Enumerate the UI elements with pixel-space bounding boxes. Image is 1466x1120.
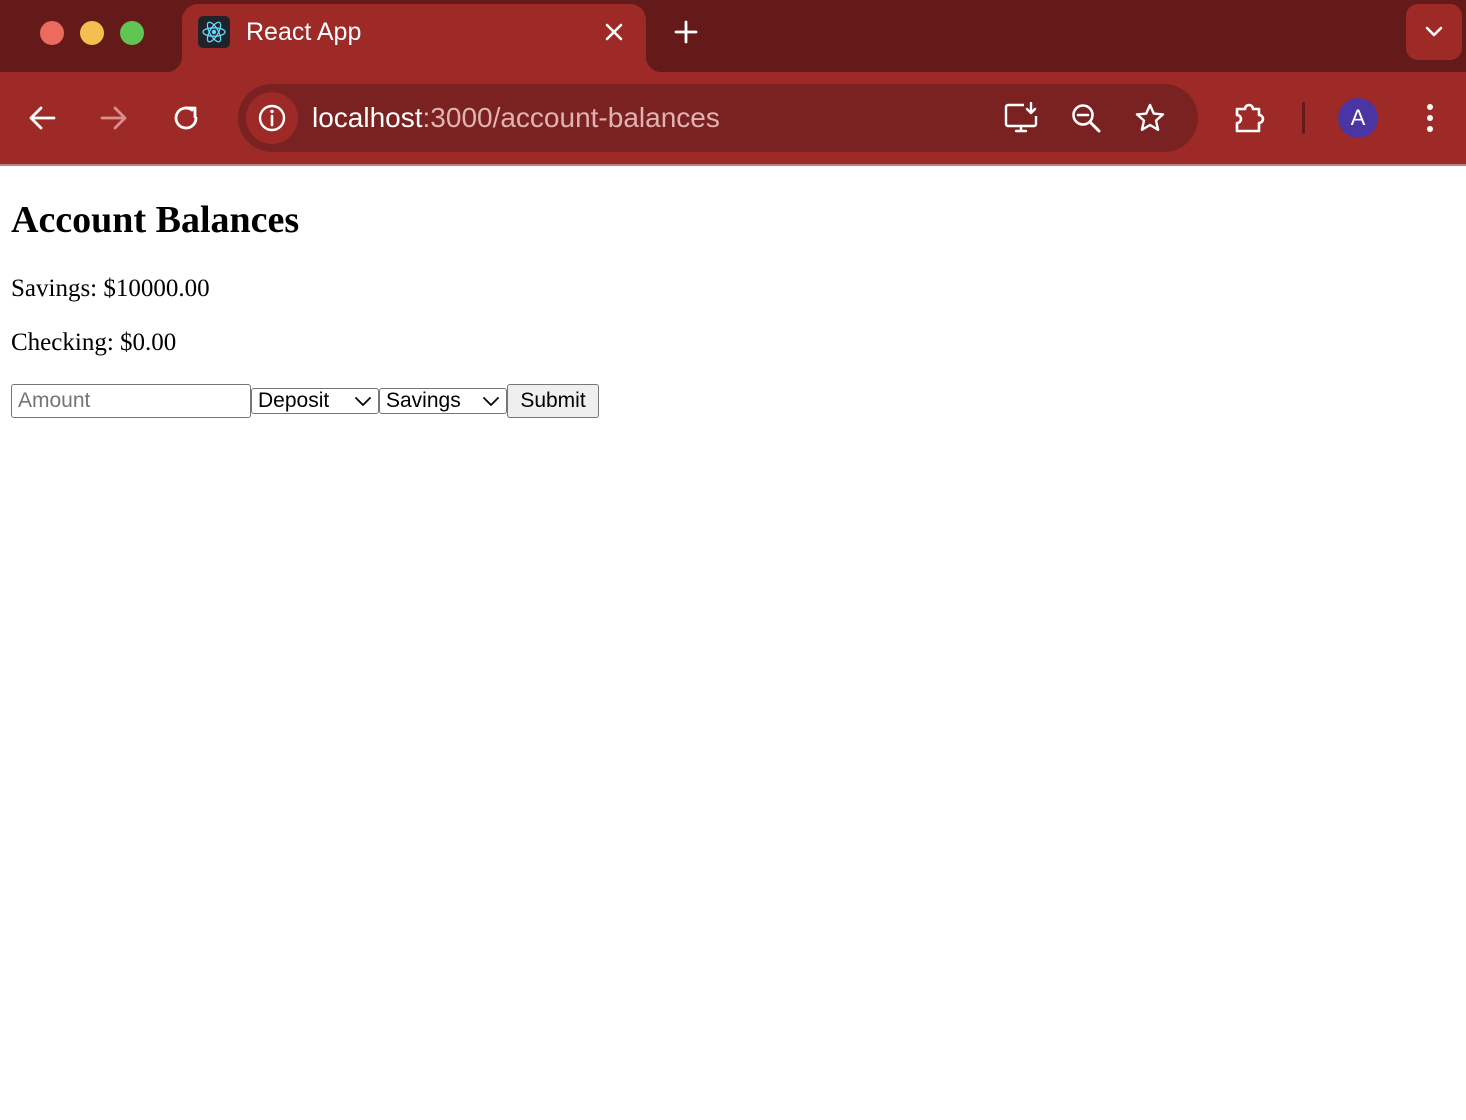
tab-search-chevron-down-icon[interactable]	[1406, 4, 1462, 60]
window-close-button[interactable]	[40, 21, 64, 45]
bookmark-star-icon[interactable]	[1132, 100, 1168, 136]
tab-react-app[interactable]: React App	[166, 4, 662, 72]
account-value: Savings	[386, 389, 461, 412]
amount-input[interactable]	[11, 384, 251, 418]
profile-avatar[interactable]: A	[1338, 98, 1378, 138]
kebab-menu-icon[interactable]	[1412, 100, 1448, 136]
forward-arrow-right-icon[interactable]	[96, 100, 132, 136]
window-maximize-button[interactable]	[120, 21, 144, 45]
account-select[interactable]: Savings	[379, 388, 507, 414]
tab-title: React App	[246, 18, 362, 46]
install-app-icon[interactable]	[1004, 100, 1040, 136]
zoom-out-icon[interactable]	[1068, 100, 1104, 136]
react-logo-icon	[198, 16, 230, 48]
tab-strip: React App	[0, 0, 1466, 72]
url-path: :3000/account-balances	[422, 102, 720, 133]
transaction-type-value: Deposit	[258, 389, 330, 412]
chevron-down-icon	[483, 397, 499, 406]
url-host: localhost	[312, 102, 423, 133]
transaction-type-select[interactable]: Deposit	[251, 388, 379, 414]
submit-button[interactable]: Submit	[507, 384, 599, 418]
page-content: Account Balances Savings: $10000.00 Chec…	[0, 166, 1466, 1120]
address-bar[interactable]: localhost:3000/account-balances	[238, 84, 1198, 152]
window-minimize-button[interactable]	[80, 21, 104, 45]
toolbar-divider	[1302, 102, 1305, 134]
savings-balance: Savings: $10000.00	[11, 275, 210, 302]
chevron-down-icon	[355, 397, 371, 406]
new-tab-plus-icon[interactable]	[670, 16, 702, 48]
site-info-icon[interactable]	[246, 92, 298, 144]
back-arrow-left-icon[interactable]	[24, 100, 60, 136]
extensions-puzzle-icon[interactable]	[1232, 100, 1268, 136]
tab-close-icon[interactable]	[600, 18, 628, 46]
browser-toolbar: localhost:3000/account-balances A	[0, 72, 1466, 164]
page-title: Account Balances	[11, 199, 300, 241]
reload-icon[interactable]	[168, 100, 204, 136]
url-text[interactable]: localhost:3000/account-balances	[312, 102, 720, 134]
checking-balance: Checking: $0.00	[11, 329, 177, 356]
